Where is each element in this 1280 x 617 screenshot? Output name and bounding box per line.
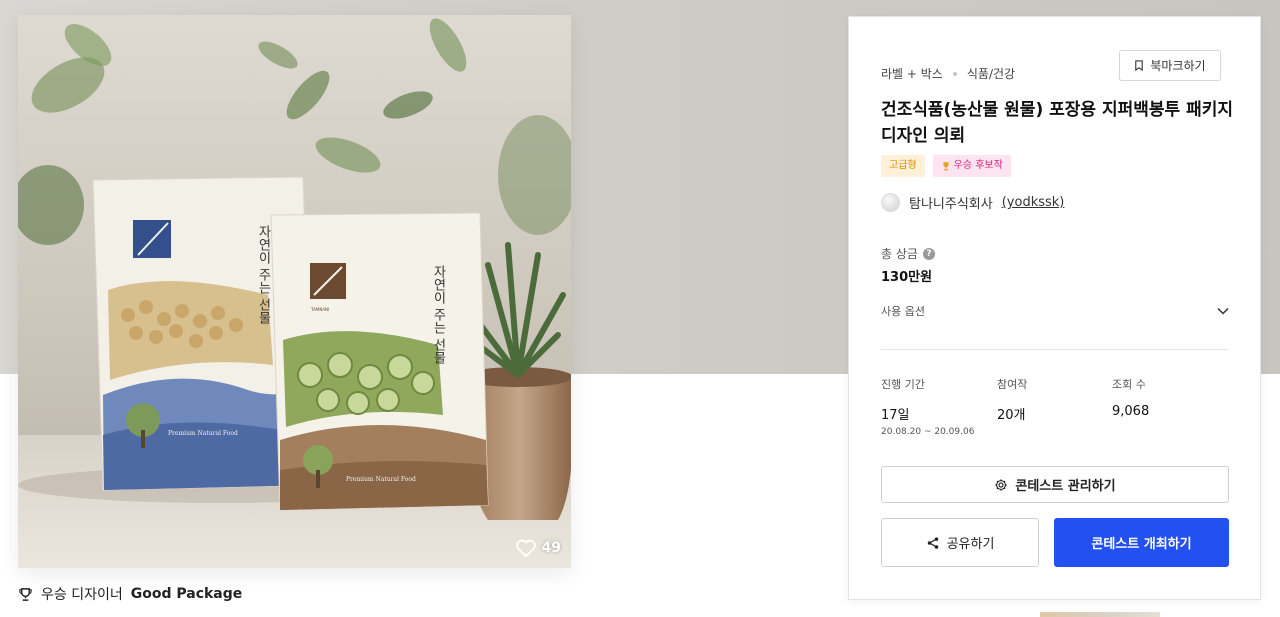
winner-name[interactable]: Good Package [131,586,243,602]
gear-icon [995,478,1008,491]
period-label: 진행 기간 [881,378,925,391]
stat-period: 진행 기간 17일 20.08.20 ~ 20.09.06 [881,376,974,437]
trophy-icon [943,162,949,171]
prize-label-text: 총 상금 [881,247,918,261]
bookmark-icon [1135,60,1144,71]
share-label: 공유하기 [946,537,995,552]
svg-text:TAMNANI: TAMNANI [310,307,329,312]
bookmark-label: 북마크하기 [1150,59,1206,73]
entries-value: 20개 [997,408,1026,423]
help-icon[interactable]: ? [922,247,935,260]
trophy-icon [19,587,32,601]
options-toggle[interactable]: 사용 옵션 [881,303,1229,319]
svg-text:Premium Natural Food: Premium Natural Food [346,476,416,483]
period-range: 20.08.20 ~ 20.09.06 [881,427,975,437]
winner-designer: 우승 디자이너 Good Package [18,584,242,604]
prize-label: 총 상금 ? [881,245,935,262]
grade-badge: 고급형 [881,155,925,177]
period-value: 17일 [881,408,910,423]
entries-label: 참여작 [997,378,1028,391]
product-photo: Premium Natural Food 자연이 주는 선물 TAMNANI P… [18,15,571,568]
owner-name: 탐나니주식회사 [909,197,993,212]
stat-entries: 참여작 20개 [997,376,1027,423]
host-contest-button[interactable]: 콘테스트 개최하기 [1054,518,1229,567]
badge-group: 고급형 우승 후보작 [881,155,1011,177]
avatar [881,193,900,212]
chevron-down-icon [1217,307,1229,315]
owner-id[interactable]: (yodkssk) [1002,195,1065,210]
next-image-peek [1040,612,1160,617]
contest-info-panel: 라벨 + 박스 식품/건강 북마크하기 건조식품(농산물 원물) 포장용 지퍼백… [848,16,1261,600]
stat-views: 조회 수 9,068 [1112,376,1149,419]
category-sub[interactable]: 식품/건강 [967,65,1015,82]
contest-image[interactable]: Premium Natural Food 자연이 주는 선물 TAMNANI P… [18,15,571,568]
like-count: 49 [541,540,561,556]
contest-title: 건조식품(농산물 원물) 포장용 지퍼백봉투 패키지 디자인 의뢰 [881,100,1234,146]
manage-contest-button[interactable]: 콘테스트 관리하기 [881,466,1229,503]
winner-prefix: 우승 디자이너 [41,587,123,603]
share-button[interactable]: 공유하기 [881,518,1039,567]
options-label: 사용 옵션 [881,305,925,318]
share-icon [927,536,938,549]
heart-icon [515,539,536,558]
svg-text:자연이 주는 선물: 자연이 주는 선물 [256,225,271,325]
manage-label: 콘테스트 관리하기 [1015,479,1116,494]
contest-owner[interactable]: 탐나니주식회사 (yodkssk) [881,193,1064,212]
divider [881,349,1229,350]
views-label: 조회 수 [1112,378,1146,391]
winner-candidate-badge: 우승 후보작 [932,155,1011,177]
views-value: 9,068 [1112,404,1150,419]
prize-value: 130만원 [881,270,933,285]
bookmark-button[interactable]: 북마크하기 [1119,50,1221,81]
host-label: 콘테스트 개최하기 [1091,537,1192,552]
svg-text:Premium Natural Food: Premium Natural Food [168,430,238,437]
category-main[interactable]: 라벨 + 박스 [881,65,943,82]
svg-text:자연이 주는 선물: 자연이 주는 선물 [431,265,446,365]
category-breadcrumb: 라벨 + 박스 식품/건강 [881,65,1015,82]
category-separator [952,71,957,76]
winner-candidate-label: 우승 후보작 [953,160,1003,171]
like-counter[interactable]: 49 [515,538,561,558]
